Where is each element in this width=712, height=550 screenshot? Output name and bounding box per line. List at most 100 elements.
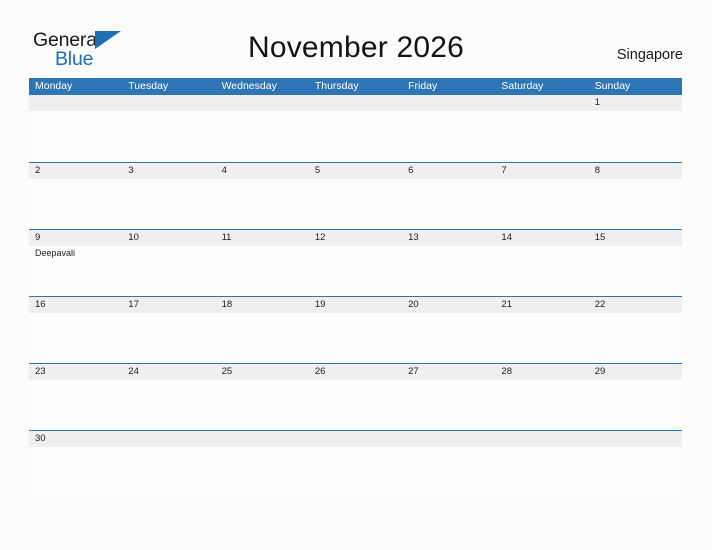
- day-number: 5: [314, 165, 321, 176]
- day-cell[interactable]: 21: [495, 297, 588, 313]
- day-events-cell[interactable]: Deepavali: [29, 246, 122, 296]
- day-cell: [216, 431, 309, 447]
- day-events-cell: [495, 111, 588, 161]
- calendar-week-row: 30: [29, 430, 682, 497]
- calendar-grid: Monday Tuesday Wednesday Thursday Friday…: [29, 78, 682, 497]
- day-cell[interactable]: 5: [309, 163, 402, 179]
- day-cell[interactable]: 30: [29, 431, 122, 447]
- day-cell[interactable]: 11: [216, 230, 309, 246]
- day-events-cell: [495, 380, 588, 430]
- day-number: 9: [35, 232, 41, 243]
- day-number: 18: [221, 299, 233, 310]
- day-events-cell: [309, 313, 402, 363]
- page-header: General Blue November 2026 Singapore: [0, 0, 712, 78]
- day-events-cell: [122, 246, 215, 296]
- day-header-monday: Monday: [35, 80, 73, 92]
- day-events-cell: [402, 246, 495, 296]
- week-day-number-band: 1: [29, 95, 682, 111]
- day-events-cell: [122, 313, 215, 363]
- day-events-cell: [122, 447, 215, 497]
- calendar-weeks: 1 2 3 4 5 6 7 8 9 10 11 12 13 14 15 Deepavali 16 17 18 19 20…: [29, 95, 682, 497]
- day-events-cell: [29, 313, 122, 363]
- week-day-number-band: 9 10 11 12 13 14 15: [29, 230, 682, 246]
- day-cell[interactable]: 23: [29, 364, 122, 380]
- day-number: 2: [35, 165, 41, 176]
- day-cell[interactable]: 7: [495, 163, 588, 179]
- day-events-cell: [589, 313, 682, 363]
- day-number: 24: [128, 366, 139, 377]
- day-cell[interactable]: 12: [309, 230, 402, 246]
- day-events-cell: [216, 313, 309, 363]
- day-events-cell: [402, 447, 495, 497]
- day-number: 7: [501, 165, 507, 176]
- day-header-sunday: Sunday: [594, 80, 631, 92]
- day-cell[interactable]: 3: [122, 163, 215, 179]
- day-events-cell: [29, 111, 122, 161]
- day-number: 20: [408, 299, 419, 310]
- day-events-cell: [216, 111, 309, 161]
- day-cell[interactable]: 24: [122, 364, 215, 380]
- day-events-cell: [29, 380, 122, 430]
- calendar-week-row: 2 3 4 5 6 7 8: [29, 162, 682, 229]
- day-number: 27: [408, 366, 419, 377]
- day-cell[interactable]: 2: [29, 163, 122, 179]
- week-day-number-band: 2 3 4 5 6 7 8: [29, 163, 682, 179]
- day-events-cell: [495, 447, 588, 497]
- calendar-week-row: 23 24 25 26 27 28 29: [29, 363, 682, 430]
- day-cell[interactable]: 8: [589, 163, 682, 179]
- day-header-thursday: Thursday: [314, 80, 359, 92]
- day-cell: [402, 95, 495, 111]
- week-events-band: [29, 380, 682, 430]
- day-cell[interactable]: 18: [216, 297, 309, 313]
- day-events-cell: [402, 380, 495, 430]
- day-events-cell: [402, 179, 495, 229]
- day-events-cell: [309, 111, 402, 161]
- day-number: 1: [594, 97, 600, 108]
- day-number: 28: [501, 366, 512, 377]
- day-cell: [589, 431, 682, 447]
- day-events-cell: [309, 246, 402, 296]
- day-cell[interactable]: 9: [29, 230, 122, 246]
- week-day-number-band: 16 17 18 19 20 21 22: [29, 297, 682, 313]
- day-events-cell: [589, 179, 682, 229]
- day-cell: [495, 431, 588, 447]
- day-number: 10: [128, 232, 139, 243]
- day-cell[interactable]: 26: [309, 364, 402, 380]
- day-cell[interactable]: 29: [589, 364, 682, 380]
- day-cell[interactable]: 14: [495, 230, 588, 246]
- day-cell[interactable]: 22: [589, 297, 682, 313]
- page-title: November 2026: [247, 31, 465, 64]
- week-day-number-band: 30: [29, 431, 682, 447]
- locale-label: Singapore: [616, 47, 683, 63]
- day-number: 15: [594, 232, 606, 243]
- week-events-band: [29, 447, 682, 497]
- day-header-saturday: Saturday: [501, 80, 544, 92]
- day-events-cell: [309, 447, 402, 497]
- day-cell[interactable]: 28: [495, 364, 588, 380]
- day-cell[interactable]: 16: [29, 297, 122, 313]
- day-number: 26: [314, 366, 326, 377]
- calendar-week-row: 1: [29, 95, 682, 162]
- week-events-band: Deepavali: [29, 246, 682, 296]
- day-events-cell: [495, 313, 588, 363]
- day-cell[interactable]: 27: [402, 364, 495, 380]
- day-cell[interactable]: 17: [122, 297, 215, 313]
- week-day-number-band: 23 24 25 26 27 28 29: [29, 364, 682, 380]
- day-events-cell: [589, 111, 682, 161]
- week-events-band: [29, 111, 682, 161]
- day-cell: [309, 95, 402, 111]
- day-cell[interactable]: 4: [216, 163, 309, 179]
- day-cell[interactable]: 15: [589, 230, 682, 246]
- day-cell[interactable]: 19: [309, 297, 402, 313]
- day-events-cell: [29, 179, 122, 229]
- day-events-cell: [402, 313, 495, 363]
- day-cell[interactable]: 20: [402, 297, 495, 313]
- day-cell[interactable]: 1: [589, 95, 682, 111]
- day-cell: [122, 95, 215, 111]
- day-number: 3: [128, 165, 134, 176]
- day-cell: [495, 95, 588, 111]
- day-cell[interactable]: 6: [402, 163, 495, 179]
- day-cell[interactable]: 10: [122, 230, 215, 246]
- day-cell[interactable]: 25: [216, 364, 309, 380]
- day-cell[interactable]: 13: [402, 230, 495, 246]
